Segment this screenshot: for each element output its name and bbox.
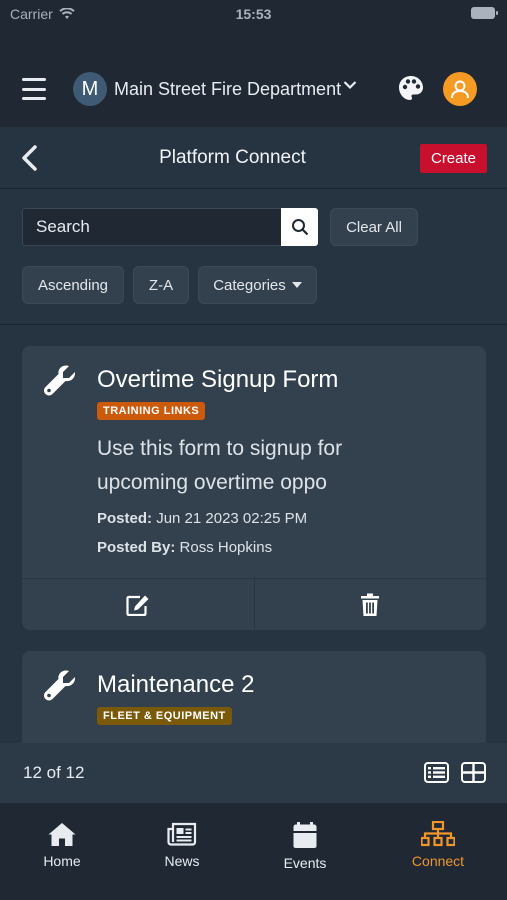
post-description: Use this form to signup for upcoming ove…: [97, 437, 343, 494]
clock: 15:53: [235, 6, 272, 22]
posted-date: Posted: Jun 21 2023 02:25 PM: [97, 510, 307, 527]
caret-down-icon: [291, 282, 302, 288]
calendar-icon: [293, 822, 317, 848]
delete-button[interactable]: [253, 579, 487, 630]
search-input[interactable]: [22, 208, 282, 246]
top-bar: M Main Street Fire Department: [0, 60, 507, 120]
post-list: Overtime Signup Form TRAINING LINKS Use …: [0, 325, 507, 743]
post-card[interactable]: Maintenance 2 FLEET & EQUIPMENT: [22, 651, 486, 743]
result-count: 12 of 12: [23, 763, 85, 782]
posted-label: Posted:: [97, 510, 153, 527]
pagination-bar: 12 of 12: [0, 743, 507, 803]
tab-news-label: News: [164, 853, 200, 869]
network-icon: [421, 821, 455, 847]
tab-connect-label: Connect: [411, 853, 465, 869]
tab-events[interactable]: Events: [255, 821, 355, 871]
trash-icon: [361, 593, 380, 616]
post-title: Maintenance 2: [97, 671, 255, 698]
posted-by-label: Posted By:: [97, 539, 176, 556]
tab-bar: Home News Events Connect: [0, 803, 507, 900]
create-button[interactable]: Create: [420, 144, 487, 173]
org-name[interactable]: Main Street Fire Department: [114, 79, 341, 100]
menu-icon[interactable]: [22, 78, 46, 100]
ascending-button[interactable]: Ascending: [22, 266, 124, 304]
categories-dropdown[interactable]: Categories: [198, 266, 317, 304]
category-tag: TRAINING LINKS: [97, 402, 206, 420]
tab-events-label: Events: [283, 855, 327, 871]
categories-label: Categories: [213, 276, 286, 294]
card-actions: [22, 578, 486, 630]
posted-value: Jun 21 2023 02:25 PM: [156, 510, 308, 527]
post-card[interactable]: Overtime Signup Form TRAINING LINKS Use …: [22, 346, 486, 630]
home-icon: [48, 823, 76, 846]
battery-icon: [471, 7, 498, 19]
sort-za-button[interactable]: Z-A: [133, 266, 189, 304]
search-button[interactable]: [281, 208, 318, 246]
newspaper-icon: [167, 822, 197, 846]
wrench-icon: [44, 670, 76, 701]
palette-icon[interactable]: [397, 74, 425, 102]
category-tag: FLEET & EQUIPMENT: [97, 707, 232, 725]
org-avatar[interactable]: M: [73, 72, 107, 106]
posted-by-value: Ross Hopkins: [179, 539, 273, 556]
tab-home-label: Home: [43, 853, 81, 869]
edit-button[interactable]: [22, 579, 254, 630]
post-title: Overtime Signup Form: [97, 366, 339, 393]
status-bar: Carrier 15:53: [0, 0, 507, 30]
wrench-icon: [44, 365, 76, 396]
clear-all-button[interactable]: Clear All: [330, 208, 418, 246]
page-header: Platform Connect Create: [0, 127, 507, 189]
tab-connect[interactable]: Connect: [388, 821, 488, 869]
page-title: Platform Connect: [159, 147, 306, 168]
posted-by: Posted By: Ross Hopkins: [97, 539, 272, 556]
grid-view-icon[interactable]: [461, 762, 486, 783]
user-avatar[interactable]: [443, 72, 477, 106]
tab-home[interactable]: Home: [12, 821, 112, 869]
user-icon: [451, 80, 469, 99]
content-panel: Platform Connect Create Clear All Ascend…: [0, 127, 507, 803]
chevron-down-icon[interactable]: [343, 80, 357, 90]
list-view-icon[interactable]: [424, 762, 449, 783]
search-icon: [291, 219, 308, 236]
tab-news[interactable]: News: [132, 821, 232, 869]
edit-icon: [126, 595, 149, 616]
